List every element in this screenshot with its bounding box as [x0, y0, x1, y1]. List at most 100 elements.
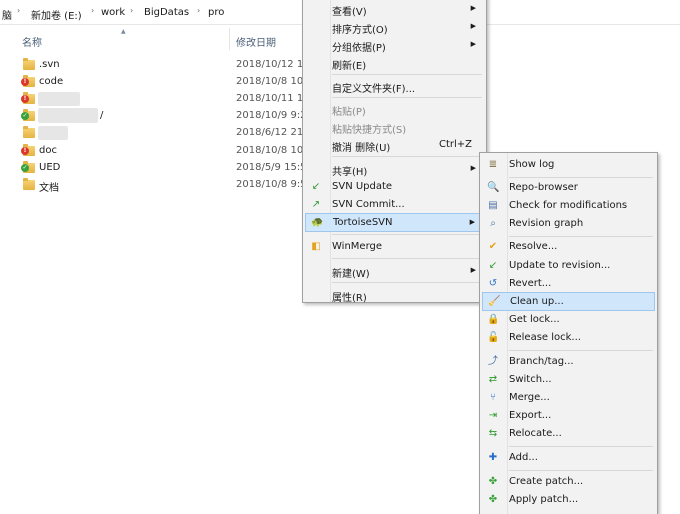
file-row[interactable]: ! 2018/10/11 10 [20, 91, 310, 108]
folder-icon: ! [21, 92, 35, 104]
redacted-name [38, 126, 68, 140]
menu-separator [332, 282, 482, 283]
breadcrumb-separator-icon[interactable]: › [91, 6, 94, 15]
menu-separator [509, 446, 653, 447]
menu-item-new[interactable]: 新建(W) ▶ [305, 262, 484, 280]
file-date: 2018/10/12 14 [236, 59, 302, 70]
menu-item-paste-shortcut[interactable]: 粘贴快捷方式(S) [305, 118, 484, 136]
column-divider[interactable] [229, 28, 230, 50]
svn-update-to-revision[interactable]: ↙ Update to revision... [482, 257, 655, 274]
svn-add[interactable]: ✚ Add... [482, 449, 655, 466]
breadcrumb-item[interactable]: 新加卷 (E:) [31, 7, 82, 22]
redacted-name [38, 92, 80, 106]
file-row[interactable]: ! doc 2018/10/8 10: [20, 143, 310, 160]
breadcrumb-item[interactable]: work [101, 7, 125, 18]
menu-item-group[interactable]: 分组依据(P) ▶ [305, 36, 484, 54]
svn-commit-icon: ↗ [311, 199, 321, 210]
file-name: code [39, 76, 64, 87]
svn-get-lock[interactable]: 🔒 Get lock... [482, 311, 655, 328]
svn-release-lock[interactable]: 🔓 Release lock... [482, 329, 655, 346]
submenu-arrow-icon: ▶ [470, 4, 476, 12]
file-date: 2018/10/8 10: [236, 76, 302, 87]
svn-modified-icon: ! [21, 78, 29, 86]
svn-clean-up[interactable]: 🧹 Clean up... [482, 292, 655, 311]
file-date: 2018/10/9 9:2 [236, 110, 302, 121]
svn-create-patch[interactable]: ✤ Create patch... [482, 473, 655, 490]
submenu-arrow-icon: ▶ [470, 266, 476, 274]
svn-apply-patch[interactable]: ✤ Apply patch... [482, 491, 655, 508]
column-header-name[interactable]: 名称 [22, 34, 42, 49]
unlock-icon: 🔓 [487, 332, 500, 343]
menu-item-paste[interactable]: 粘贴(P) [305, 100, 484, 118]
submenu-arrow-icon: ▶ [470, 22, 476, 30]
svn-normal-icon: ✓ [21, 112, 29, 120]
shortcut-text: Ctrl+Z [439, 139, 473, 150]
breadcrumb-item[interactable]: BigDatas [144, 7, 189, 18]
file-row[interactable]: .svn 2018/10/12 14 [20, 57, 310, 74]
branch-icon: ⤴ [488, 356, 498, 367]
svn-check-modifications[interactable]: ▤ Check for modifications [482, 197, 655, 214]
file-date: 2018/5/9 15:5 [236, 162, 302, 173]
menu-separator [332, 97, 482, 98]
file-date: 2018/10/8 9:5 [236, 179, 302, 190]
lock-icon: 🔒 [487, 314, 500, 325]
file-row[interactable]: ! code 2018/10/8 10: [20, 74, 310, 91]
menu-item-view[interactable]: 查看(V) ▶ [305, 0, 484, 18]
sort-ascending-icon: ▲ [121, 28, 126, 35]
svn-show-log[interactable]: ≣ Show log [482, 156, 655, 173]
svn-branch-tag[interactable]: ⤴ Branch/tag... [482, 353, 655, 370]
menu-separator [332, 156, 482, 157]
file-row[interactable]: ✓ UED 2018/5/9 15:5 [20, 160, 310, 177]
repo-browser-icon: 🔍 [487, 182, 500, 193]
file-date: 2018/10/8 10: [236, 145, 302, 156]
folder-icon [23, 126, 35, 138]
file-name: UED [39, 162, 61, 173]
file-row[interactable]: ✓ / 2018/10/9 9:2 [20, 108, 310, 125]
file-date: 2018/10/11 10 [236, 93, 302, 104]
create-patch-icon: ✤ [488, 476, 498, 487]
menu-item-undo-delete[interactable]: 撤消 删除(U) Ctrl+Z [305, 136, 484, 154]
svn-relocate[interactable]: ⇆ Relocate... [482, 425, 655, 442]
submenu-arrow-icon: ▶ [470, 40, 476, 48]
breadcrumb-separator-icon[interactable]: › [17, 6, 20, 15]
menu-separator [509, 470, 653, 471]
svn-revert[interactable]: ↺ Revert... [482, 275, 655, 292]
show-log-icon: ≣ [488, 159, 498, 170]
file-name: / [100, 110, 104, 121]
breadcrumb-separator-icon[interactable]: › [197, 6, 200, 15]
switch-icon: ⇄ [488, 374, 498, 385]
context-menu: 查看(V) ▶ 排序方式(O) ▶ 分组依据(P) ▶ 刷新(E) 自定义文件夹(F)… [302, 0, 487, 304]
svn-resolve[interactable]: ✔ Resolve... [482, 238, 655, 255]
file-row[interactable]: 文档 2018/10/8 9:5 [20, 177, 310, 194]
menu-item-winmerge[interactable]: ◧ WinMerge [305, 238, 484, 255]
menu-item-tortoisesvn[interactable]: 🐢 TortoiseSVN ▶ [305, 213, 484, 232]
svn-export[interactable]: ⇥ Export... [482, 407, 655, 424]
breadcrumb-separator-icon[interactable]: › [130, 6, 133, 15]
svn-revision-graph[interactable]: ⌕ Revision graph [482, 215, 655, 232]
file-date: 2018/6/12 21: [236, 127, 302, 138]
folder-icon: ! [21, 144, 35, 156]
breadcrumb-item[interactable]: 脑 [2, 7, 12, 22]
svn-repo-browser[interactable]: 🔍 Repo-browser [482, 179, 655, 196]
folder-icon: ✓ [21, 161, 35, 173]
svn-switch[interactable]: ⇄ Switch... [482, 371, 655, 388]
folder-icon [23, 58, 35, 70]
update-revision-icon: ↙ [488, 260, 498, 271]
menu-item-customize-folder[interactable]: 自定义文件夹(F)... [305, 77, 484, 95]
menu-item-refresh[interactable]: 刷新(E) [305, 54, 484, 72]
menu-item-sort[interactable]: 排序方式(O) ▶ [305, 18, 484, 36]
menu-item-svn-update[interactable]: ↙ SVN Update [305, 178, 484, 195]
folder-icon [23, 178, 35, 190]
menu-item-svn-commit[interactable]: ↗ SVN Commit... [305, 196, 484, 213]
menu-separator [509, 177, 653, 178]
file-row[interactable]: 2018/6/12 21: [20, 125, 310, 142]
tortoise-icon: 🐢 [311, 217, 324, 228]
breadcrumb-item[interactable]: pro [208, 7, 224, 18]
menu-separator [332, 258, 482, 259]
menu-item-properties[interactable]: 属性(R) [305, 286, 484, 304]
redacted-name [38, 108, 98, 123]
column-header-date[interactable]: 修改日期 [236, 34, 276, 49]
svn-merge[interactable]: ⑂ Merge... [482, 389, 655, 406]
menu-item-share[interactable]: 共享(H) ▶ [305, 160, 484, 178]
menu-separator [332, 74, 482, 75]
